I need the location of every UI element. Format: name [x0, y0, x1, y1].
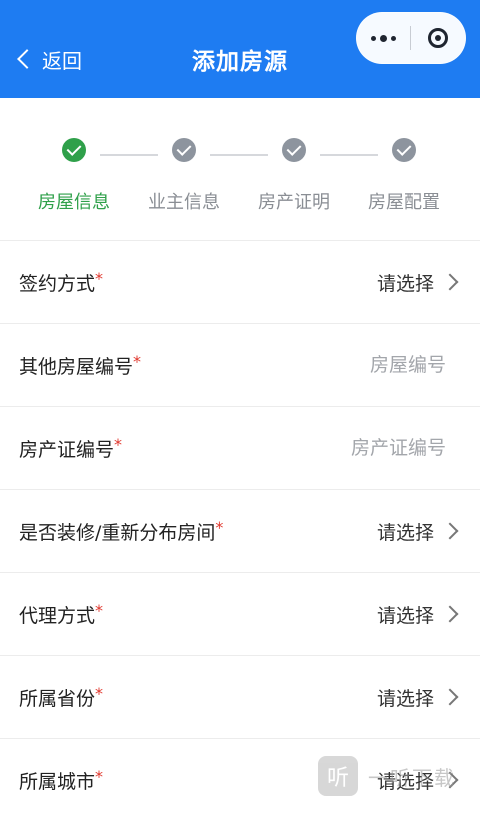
house-number-input[interactable] [244, 353, 448, 377]
field-label: 是否装修/重新分布房间* [19, 517, 224, 544]
field-label: 其他房屋编号* [19, 351, 142, 378]
step-house-config: 房屋配置 [349, 138, 459, 214]
step-check-icon [62, 138, 86, 162]
select-value: 请选择 [376, 687, 434, 710]
renovation-select[interactable]: 是否装修/重新分布房间* 请选择 [0, 489, 480, 572]
step-label: 房屋配置 [368, 192, 440, 213]
step-label: 业主信息 [148, 192, 220, 213]
mini-program-capsule [356, 12, 466, 64]
step-label: 房屋信息 [38, 192, 110, 213]
target-icon [428, 28, 448, 48]
watermark-text: 一听下载 [368, 765, 456, 790]
step-check-icon [282, 138, 306, 162]
province-select[interactable]: 所属省份* 请选择 [0, 655, 480, 738]
step-check-icon [392, 138, 416, 162]
watermark-logo-icon: 听 [318, 756, 358, 796]
chevron-right-icon [441, 688, 459, 706]
field-label: 房产证编号* [19, 434, 123, 461]
other-house-number-field[interactable]: 其他房屋编号* [0, 323, 480, 406]
step-label: 房产证明 [258, 192, 330, 213]
step-owner-info: 业主信息 [129, 138, 239, 214]
house-form: 签约方式* 请选择 其他房屋编号* 房产证编号* 是否装修/重新分布房间* 请选… [0, 240, 480, 821]
field-label: 所属省份* [19, 683, 104, 710]
property-cert-input[interactable] [244, 436, 448, 460]
step-house-info: 房屋信息 [19, 138, 129, 214]
chevron-right-icon [441, 273, 459, 291]
select-value: 请选择 [376, 604, 434, 627]
close-mini-program-button[interactable] [411, 13, 465, 63]
chevron-right-icon [441, 605, 459, 623]
step-check-icon [172, 138, 196, 162]
step-property-proof: 房产证明 [239, 138, 349, 214]
nav-header: 返回 添加房源 [0, 0, 480, 98]
more-button[interactable] [357, 13, 410, 63]
agency-method-select[interactable]: 代理方式* 请选择 [0, 572, 480, 655]
watermark: 听 一听下载 [318, 752, 480, 800]
more-dots-icon [371, 34, 396, 42]
select-value: 请选择 [376, 521, 434, 544]
field-label: 所属城市* [19, 766, 104, 793]
signing-method-select[interactable]: 签约方式* 请选择 [0, 240, 480, 323]
select-value: 请选择 [376, 272, 434, 295]
field-label: 代理方式* [19, 600, 104, 627]
chevron-right-icon [441, 522, 459, 540]
field-label: 签约方式* [19, 268, 104, 295]
progress-steps: 房屋信息 业主信息 房产证明 房屋配置 [0, 98, 480, 240]
property-cert-number-field[interactable]: 房产证编号* [0, 406, 480, 489]
